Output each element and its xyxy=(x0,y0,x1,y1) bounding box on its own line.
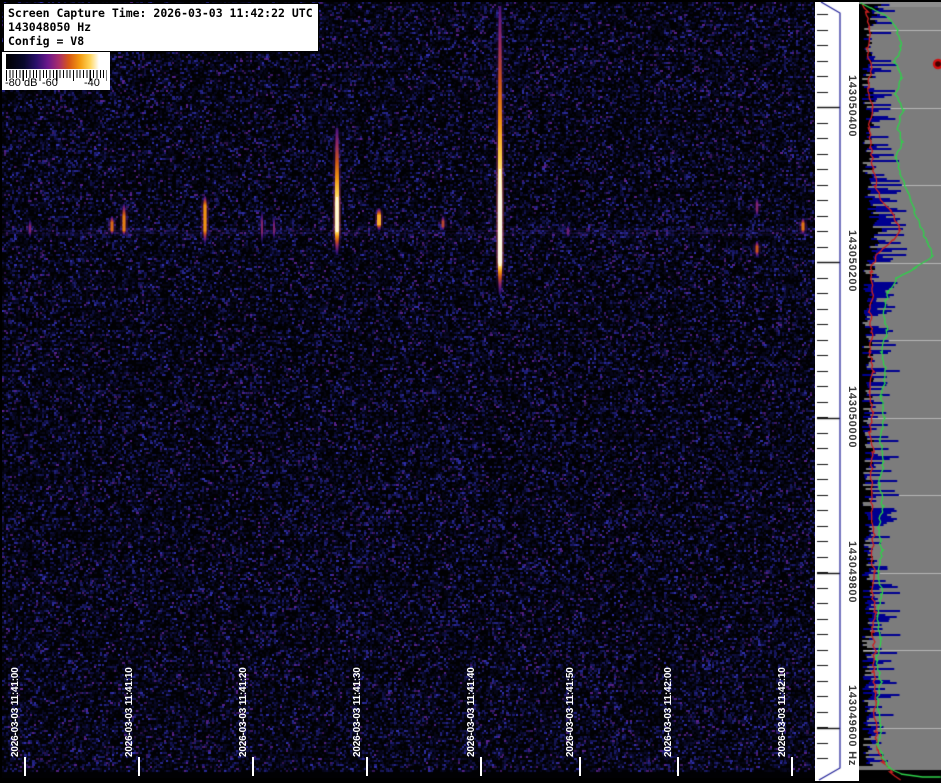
frequency-axis-label: 143050400 xyxy=(846,75,858,138)
waterfall-display xyxy=(2,2,815,778)
time-axis-tick xyxy=(24,757,26,776)
time-axis-tick xyxy=(138,757,140,776)
frequency-axis-label: 143050000 xyxy=(846,386,858,449)
frequency-axis-label: 143049600 Hz xyxy=(846,685,858,767)
spectrum-panel xyxy=(859,2,941,781)
time-axis-tick xyxy=(252,757,254,776)
capture-time-text: Screen Capture Time: 2026-03-03 11:42:22… xyxy=(8,6,313,20)
scale-label-40db: -40 xyxy=(84,77,100,89)
time-axis-tick xyxy=(791,757,793,776)
time-axis-label: 2026-03-03 11:41:40 xyxy=(466,667,477,757)
time-axis-label: 2026-03-03 11:41:50 xyxy=(565,667,576,757)
time-axis-label: 2026-03-03 11:41:30 xyxy=(352,667,363,757)
scale-label-60db: -60 xyxy=(42,77,58,89)
config-text: Config = V8 xyxy=(8,34,85,48)
frequency-axis-label: 143050200 xyxy=(846,230,858,293)
time-axis-label: 2026-03-03 11:41:10 xyxy=(124,667,135,757)
time-axis-label: 2026-03-03 11:41:20 xyxy=(238,667,249,757)
time-axis-label: 2026-03-03 11:41:00 xyxy=(10,667,21,757)
time-axis-tick xyxy=(480,757,482,776)
colorbar-gradient xyxy=(6,54,106,69)
time-axis-tick xyxy=(677,757,679,776)
capture-info-box: Screen Capture Time: 2026-03-03 11:42:22… xyxy=(3,3,319,52)
spectrogram-screen: 2026-03-03 11:41:00 2026-03-03 11:41:10 20… xyxy=(0,0,941,783)
scale-label-80db: -80 dB xyxy=(5,77,38,89)
time-axis-tick xyxy=(366,757,368,776)
time-axis-label: 2026-03-03 11:42:00 xyxy=(663,667,674,757)
frequency-axis-label: 143049800 xyxy=(846,541,858,604)
intensity-color-scale: -80 dB -60 -40 xyxy=(2,52,110,90)
time-axis-label: 2026-03-03 11:42:10 xyxy=(777,667,788,757)
time-axis-tick xyxy=(579,757,581,776)
center-frequency-text: 143048050 Hz xyxy=(8,20,92,34)
